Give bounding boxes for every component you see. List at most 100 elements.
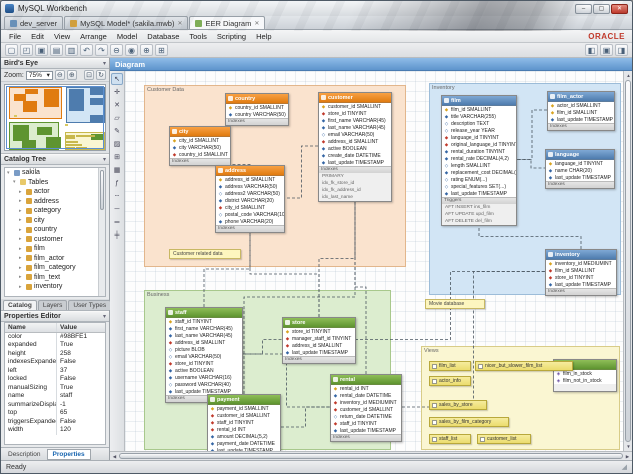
table-payment[interactable]: payment◆payment_id SMALLINT◆customer_id …: [207, 394, 281, 451]
tree-node-film-actor[interactable]: ▸film_actor: [5, 254, 105, 264]
column-row[interactable]: ◇picture BLOB: [166, 346, 242, 353]
zoom-in-icon[interactable]: ⊕: [140, 44, 153, 56]
column-row[interactable]: ◈film_in_stock: [554, 370, 616, 377]
column-row[interactable]: ◆address_id SMALLINT: [166, 339, 242, 346]
section-item[interactable]: AFT INSERT ins_film: [442, 204, 516, 211]
section-item[interactable]: [554, 384, 616, 391]
table-header[interactable]: customer: [319, 93, 391, 103]
relationship-store-address[interactable]: [250, 231, 319, 317]
table-header[interactable]: payment: [208, 395, 280, 405]
menu-database[interactable]: Database: [142, 32, 184, 41]
column-row[interactable]: ◆amount DECIMAL(5,2): [208, 433, 280, 440]
column-header-value[interactable]: Value: [57, 323, 105, 332]
relationship-payment-rental[interactable]: [281, 407, 330, 427]
tree-node-address[interactable]: ▸address: [5, 197, 105, 207]
table-header[interactable]: country: [226, 94, 288, 104]
menu-model[interactable]: Model: [112, 32, 142, 41]
column-row[interactable]: ◆payment_id SMALLINT: [208, 405, 280, 412]
column-row[interactable]: ◆actor_id SMALLINT: [548, 102, 614, 109]
expander-icon[interactable]: ▸: [19, 246, 24, 252]
note-movie-database[interactable]: Movie database: [425, 299, 485, 309]
scroll-left-icon[interactable]: ◀: [110, 452, 119, 461]
section-item[interactable]: AFT UPDATE upd_film: [442, 211, 516, 218]
section-item[interactable]: PRIMARY: [319, 173, 391, 180]
section-bar[interactable]: Indexes: [170, 158, 230, 165]
collapse-icon[interactable]: ▾: [103, 60, 106, 67]
column-row[interactable]: ◆city VARCHAR(50): [170, 144, 230, 151]
scroll-up-icon[interactable]: ▲: [624, 71, 633, 80]
delete-tool-icon[interactable]: ✕: [111, 99, 123, 111]
column-row[interactable]: ◆last_update TIMESTAMP: [546, 281, 616, 288]
table-header[interactable]: film: [442, 96, 516, 106]
column-row[interactable]: ◇length SMALLINT: [442, 162, 516, 169]
zoom-out-icon[interactable]: ⊖: [55, 70, 65, 80]
column-row[interactable]: ◆phone VARCHAR(20): [216, 218, 284, 225]
maximize-button[interactable]: ▢: [593, 4, 610, 14]
expander-icon[interactable]: ▸: [19, 189, 24, 195]
column-row[interactable]: ◆last_update TIMESTAMP: [283, 349, 355, 356]
column-row[interactable]: ◇email VARCHAR(50): [319, 131, 391, 138]
save-icon[interactable]: ▣: [35, 44, 48, 56]
property-row[interactable]: width120: [5, 426, 105, 435]
relationship-customer-store[interactable]: [319, 200, 355, 317]
menu-edit[interactable]: Edit: [26, 32, 49, 41]
zoom-fit-icon[interactable]: ⊡: [84, 70, 94, 80]
column-row[interactable]: ◆staff_id TINYINT: [331, 420, 401, 427]
close-tab-icon[interactable]: ✕: [177, 20, 182, 27]
table-film-actor[interactable]: film_actor◆actor_id SMALLINT◆film_id SMA…: [547, 91, 615, 131]
column-row[interactable]: ◆staff_id TINYINT: [166, 318, 242, 325]
menu-tools[interactable]: Tools: [184, 32, 212, 41]
column-row[interactable]: ◆language_id TINYINT: [546, 160, 614, 167]
expander-icon[interactable]: ▾: [7, 170, 12, 176]
column-row[interactable]: ◆inventory_id MEDIUMINT: [331, 399, 401, 406]
redo-icon[interactable]: ↷: [95, 44, 108, 56]
property-row[interactable]: summarizeDisplay-1: [5, 401, 105, 410]
minimap-viewport[interactable]: [6, 86, 104, 149]
scroll-down-icon[interactable]: ▼: [624, 442, 633, 451]
image-tool-icon[interactable]: ▨: [111, 138, 123, 150]
column-row[interactable]: ◇postal_code VARCHAR(10): [216, 211, 284, 218]
column-row[interactable]: ◆active BOOLEAN: [319, 145, 391, 152]
column-row[interactable]: ◆address VARCHAR(50): [216, 183, 284, 190]
tab-mysql-model[interactable]: MySQL Model* (sakila.mwb) ✕: [64, 16, 188, 29]
horizontal-scrollbar[interactable]: ◀ ▶: [110, 451, 632, 460]
column-row[interactable]: ◇email VARCHAR(50): [166, 353, 242, 360]
expander-icon[interactable]: ▸: [19, 274, 24, 280]
expander-icon[interactable]: ▸: [19, 198, 24, 204]
tab-layers[interactable]: Layers: [38, 300, 68, 310]
table-city[interactable]: city◆city_id SMALLINT◆city VARCHAR(50)◆c…: [169, 126, 231, 166]
column-row[interactable]: ◆last_update TIMESTAMP: [319, 159, 391, 166]
table-header[interactable]: film_actor: [548, 92, 614, 102]
section-bar[interactable]: Indexes: [548, 123, 614, 130]
column-row[interactable]: ◇release_year YEAR: [442, 127, 516, 134]
section-item[interactable]: idx_fk_store_id: [319, 180, 391, 187]
tab-properties[interactable]: Properties: [47, 449, 91, 460]
section-item[interactable]: AFT DELETE del_film: [442, 218, 516, 225]
column-row[interactable]: ◆address_id SMALLINT: [216, 176, 284, 183]
column-row[interactable]: ◆country_id SMALLINT: [170, 151, 230, 158]
section-bar[interactable]: Indexes: [226, 118, 288, 125]
tab-eer-diagram[interactable]: EER Diagram ✕: [189, 16, 265, 29]
scrollbar-thumb[interactable]: [625, 80, 631, 442]
tree-node-film-category[interactable]: ▸film_category: [5, 263, 105, 273]
grid-icon[interactable]: ⊞: [155, 44, 168, 56]
column-row[interactable]: ◆username VARCHAR(16): [166, 374, 242, 381]
expander-icon[interactable]: ▸: [19, 265, 24, 271]
section-bar[interactable]: Indexes: [216, 225, 284, 232]
birdseye-minimap[interactable]: [4, 84, 106, 151]
tree-scrollbar[interactable]: [98, 168, 105, 296]
column-row[interactable]: ◆rental_id INT: [331, 385, 401, 392]
column-row[interactable]: ◆rental_date DATETIME: [331, 392, 401, 399]
property-row[interactable]: color#98BFE1: [5, 333, 105, 342]
column-row[interactable]: ◆inventory_id MEDIUMINT: [546, 260, 616, 267]
scrollbar-thumb[interactable]: [119, 453, 623, 459]
column-row[interactable]: ◆create_date DATETIME: [319, 152, 391, 159]
diagram-canvas[interactable]: Customer DataInventoryBusinessViewsCusto…: [125, 71, 623, 451]
toggle-left-sidebar-icon[interactable]: ◧: [585, 44, 598, 56]
column-row[interactable]: ◆original_language_id TINYINT: [442, 141, 516, 148]
column-row[interactable]: ◆last_update TIMESTAMP: [331, 427, 401, 434]
relationship-staff-store[interactable]: [243, 340, 282, 355]
tree-node-actor[interactable]: ▸actor: [5, 187, 105, 197]
property-row[interactable]: namestaff: [5, 392, 105, 401]
note-tool-icon[interactable]: ✎: [111, 125, 123, 137]
